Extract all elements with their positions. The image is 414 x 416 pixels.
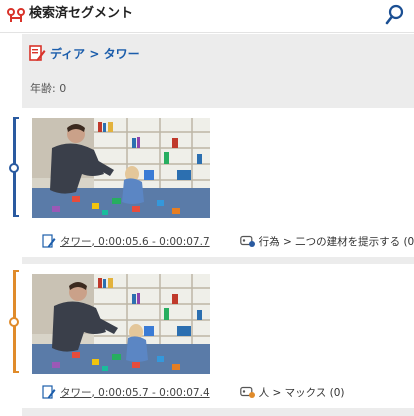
- search-icon[interactable]: [385, 4, 405, 26]
- segment-meta: タワー, 0:00:05.7 - 0:00:07.4 人 > マックス (0): [42, 382, 408, 402]
- segment-2-marker[interactable]: [9, 317, 19, 327]
- segment-tag[interactable]: 人 > マックス (0): [239, 385, 345, 400]
- segment-time-link[interactable]: タワー, 0:00:05.7 - 0:00:07.4: [60, 385, 210, 400]
- video-thumbnail[interactable]: [32, 274, 210, 374]
- edit-pencil-icon[interactable]: [42, 234, 56, 248]
- segment-meta: タワー, 0:00:05.6 - 0:00:07.7 行為 > 二つの建材を提示…: [42, 231, 414, 251]
- app-header: 検索済セグメント: [0, 0, 414, 33]
- breadcrumb: ディア > タワー: [28, 42, 140, 64]
- segment-1-track-top: [13, 117, 19, 119]
- segment-2-track-top: [13, 270, 19, 272]
- segment-card: タワー, 0:00:05.7 - 0:00:07.4 人 > マックス (0): [22, 264, 414, 408]
- segment-tag-label: 人 > マックス (0): [258, 386, 345, 399]
- segment-1-marker[interactable]: [9, 163, 19, 173]
- segment-tag-label: 行為 > 二つの建材を提示する (0): [258, 235, 414, 248]
- segments-logo-icon: [7, 8, 25, 22]
- segment-tag[interactable]: 行為 > 二つの建材を提示する (0): [239, 234, 414, 249]
- segment-1-track-bottom: [13, 215, 19, 217]
- page-title: 検索済セグメント: [29, 6, 134, 21]
- segment-card: タワー, 0:00:05.6 - 0:00:07.7 行為 > 二つの建材を提示…: [22, 108, 414, 257]
- edit-pencil-icon[interactable]: [42, 385, 56, 399]
- segment-2-track-bottom: [13, 371, 19, 373]
- video-thumbnail[interactable]: [32, 118, 210, 218]
- tag-icon: [239, 235, 255, 247]
- breadcrumb-path[interactable]: ディア > タワー: [50, 45, 140, 62]
- segment-time-link[interactable]: タワー, 0:00:05.6 - 0:00:07.7: [60, 234, 210, 249]
- age-label: 年齢: 0: [30, 82, 67, 95]
- tag-icon: [239, 386, 255, 398]
- document-edit-icon: [29, 45, 46, 61]
